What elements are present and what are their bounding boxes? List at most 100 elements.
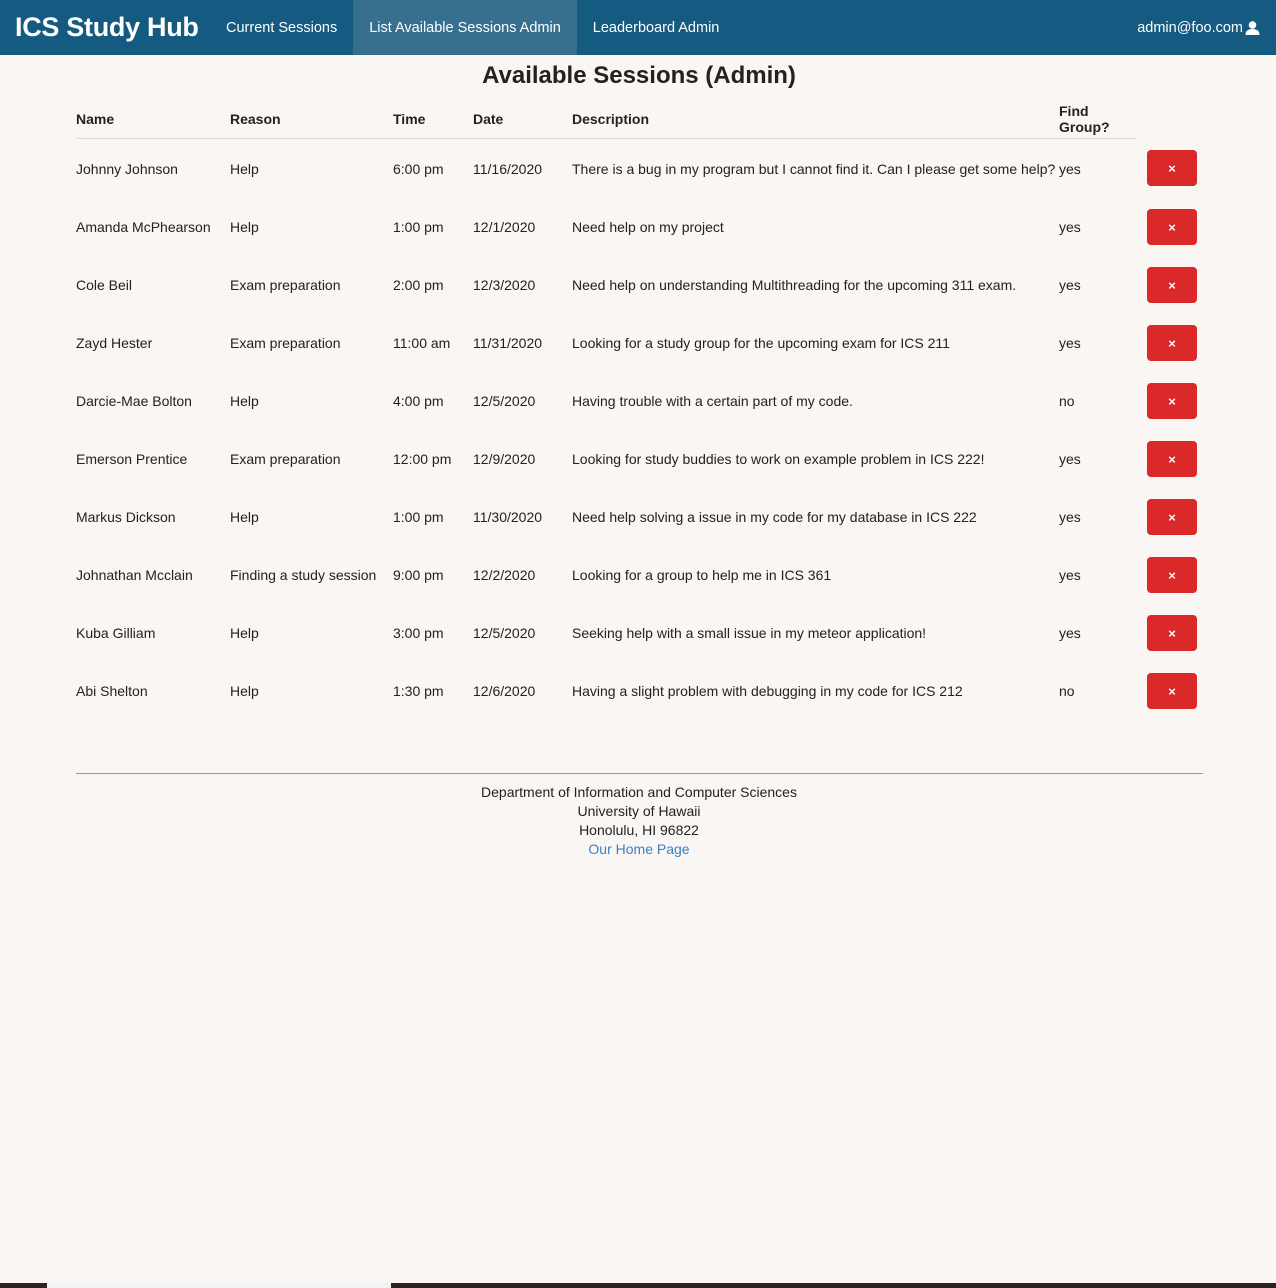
delete-session-button[interactable]: × (1147, 267, 1197, 303)
cell-find-group: no (1059, 683, 1075, 699)
cell-reason: Finding a study session (230, 567, 377, 583)
close-icon: × (1168, 625, 1176, 641)
cell-date: 12/6/2020 (473, 683, 536, 699)
cell-actions: × (1136, 198, 1203, 256)
cell-name: Kuba Gilliam (76, 625, 156, 641)
cell-description: Need help solving a issue in my code for… (572, 509, 977, 525)
nav-item-list-available-sessions-admin[interactable]: List Available Sessions Admin (353, 0, 577, 55)
cell-name: Johnathan Mcclain (76, 567, 193, 583)
cell-name: Markus Dickson (76, 509, 176, 525)
table-row: Kuba Gilliam Help 3:00 pm 12/5/2020 Seeking … (76, 604, 1203, 662)
user-email: admin@foo.com (1137, 19, 1243, 36)
cell-name: Johnny Johnson (76, 160, 178, 177)
bottom-taskbar-strip (0, 1283, 1276, 1288)
table-row: Markus Dickson Help 1:00 pm 11/30/2020 Need … (76, 488, 1203, 546)
cell-reason: Help (230, 219, 259, 235)
close-icon: × (1168, 451, 1176, 467)
cell-date: 11/30/2020 (473, 509, 543, 525)
header-name: Name (76, 100, 230, 139)
cell-time: 6:00 pm (393, 160, 444, 177)
table-row: Zayd Hester Exam preparation 11:00 am 11/31… (76, 314, 1203, 372)
table-row: Darcie-Mae Bolton Help 4:00 pm 12/5/2020 Hav… (76, 372, 1203, 430)
cell-description: Looking for a group to help me in ICS 36… (572, 567, 832, 583)
cell-date: 12/5/2020 (473, 393, 536, 409)
close-icon: × (1168, 567, 1176, 583)
close-icon: × (1168, 160, 1176, 176)
cell-reason: Exam preparation (230, 451, 341, 467)
cell-name: Amanda McPhearson (76, 219, 211, 235)
sessions-table: Name Reason Time Date Description Find G… (76, 100, 1203, 720)
delete-session-button[interactable]: × (1147, 441, 1197, 477)
cell-actions: × (1136, 372, 1203, 430)
footer: Department of Information and Computer S… (0, 783, 1276, 859)
delete-session-button[interactable]: × (1147, 325, 1197, 361)
top-navbar: ICS Study Hub Current Sessions List Avai… (0, 0, 1276, 55)
cell-description: There is a bug in my program but I canno… (572, 160, 1056, 177)
cell-find-group: yes (1059, 160, 1081, 177)
header-find-group: Find Group? (1059, 100, 1136, 139)
cell-actions: × (1136, 662, 1203, 720)
close-icon: × (1168, 683, 1176, 699)
cell-name: Zayd Hester (76, 335, 153, 351)
cell-description: Need help on my project (572, 219, 724, 235)
cell-date: 12/5/2020 (473, 625, 536, 641)
cell-description: Having trouble with a certain part of my… (572, 393, 853, 409)
footer-home-page-link[interactable]: Our Home Page (588, 841, 689, 857)
cell-name: Darcie-Mae Bolton (76, 393, 192, 409)
cell-description: Seeking help with a small issue in my me… (572, 625, 927, 641)
delete-session-button[interactable]: × (1147, 150, 1197, 187)
cell-time: 1:30 pm (393, 683, 444, 699)
header-actions (1136, 100, 1203, 139)
close-icon: × (1168, 335, 1176, 351)
header-reason: Reason (230, 100, 393, 139)
cell-actions: × (1136, 139, 1203, 199)
cell-actions: × (1136, 430, 1203, 488)
delete-session-button[interactable]: × (1147, 209, 1197, 245)
cell-description: Need help on understanding Multithreadin… (572, 277, 1017, 293)
user-menu[interactable]: admin@foo.com (1137, 20, 1276, 36)
footer-address: Honolulu, HI 96822 (579, 822, 699, 838)
cell-name: Cole Beil (76, 277, 133, 293)
table-header-row: Name Reason Time Date Description Find G… (76, 100, 1203, 139)
footer-divider (76, 773, 1203, 774)
cell-find-group: yes (1059, 335, 1081, 351)
close-icon: × (1168, 509, 1176, 525)
cell-reason: Exam preparation (230, 277, 341, 293)
table-row: Emerson Prentice Exam preparation 12:00 pm… (76, 430, 1203, 488)
cell-reason: Help (230, 393, 259, 409)
delete-session-button[interactable]: × (1147, 499, 1197, 535)
delete-session-button[interactable]: × (1147, 383, 1197, 419)
delete-session-button[interactable]: × (1147, 615, 1197, 651)
table-row: Johnathan Mcclain Finding a study session… (76, 546, 1203, 604)
close-icon: × (1168, 219, 1176, 235)
delete-session-button[interactable]: × (1147, 557, 1197, 593)
cell-description: Looking for study buddies to work on exa… (572, 451, 985, 467)
cell-date: 12/9/2020 (473, 451, 536, 467)
footer-department: Department of Information and Computer S… (481, 784, 797, 800)
cell-find-group: yes (1059, 567, 1081, 583)
cell-date: 12/2/2020 (473, 567, 536, 583)
cell-time: 1:00 pm (393, 219, 444, 235)
cell-description: Looking for a study group for the upcomi… (572, 335, 950, 351)
header-time: Time (393, 100, 473, 139)
cell-reason: Help (230, 160, 259, 177)
footer-university: University of Hawaii (577, 803, 701, 819)
cell-date: 12/1/2020 (473, 219, 536, 235)
nav-item-current-sessions[interactable]: Current Sessions (210, 0, 353, 55)
cell-find-group: yes (1059, 451, 1081, 467)
brand-logo[interactable]: ICS Study Hub (0, 12, 210, 43)
cell-reason: Help (230, 683, 259, 699)
cell-description: Having a slight problem with debugging i… (572, 683, 963, 699)
cell-actions: × (1136, 256, 1203, 314)
cell-date: 12/3/2020 (473, 277, 536, 293)
cell-find-group: yes (1059, 219, 1081, 235)
sessions-table-container: Name Reason Time Date Description Find G… (76, 100, 1203, 720)
taskbar-segment (47, 1283, 391, 1288)
close-icon: × (1168, 277, 1176, 293)
delete-session-button[interactable]: × (1147, 673, 1197, 709)
nav-item-leaderboard-admin[interactable]: Leaderboard Admin (577, 0, 736, 55)
table-row: Johnny Johnson Help 6:00 pm 11/16/2020 There… (76, 139, 1203, 199)
cell-reason: Exam preparation (230, 335, 341, 351)
cell-actions: × (1136, 488, 1203, 546)
cell-time: 9:00 pm (393, 567, 444, 583)
